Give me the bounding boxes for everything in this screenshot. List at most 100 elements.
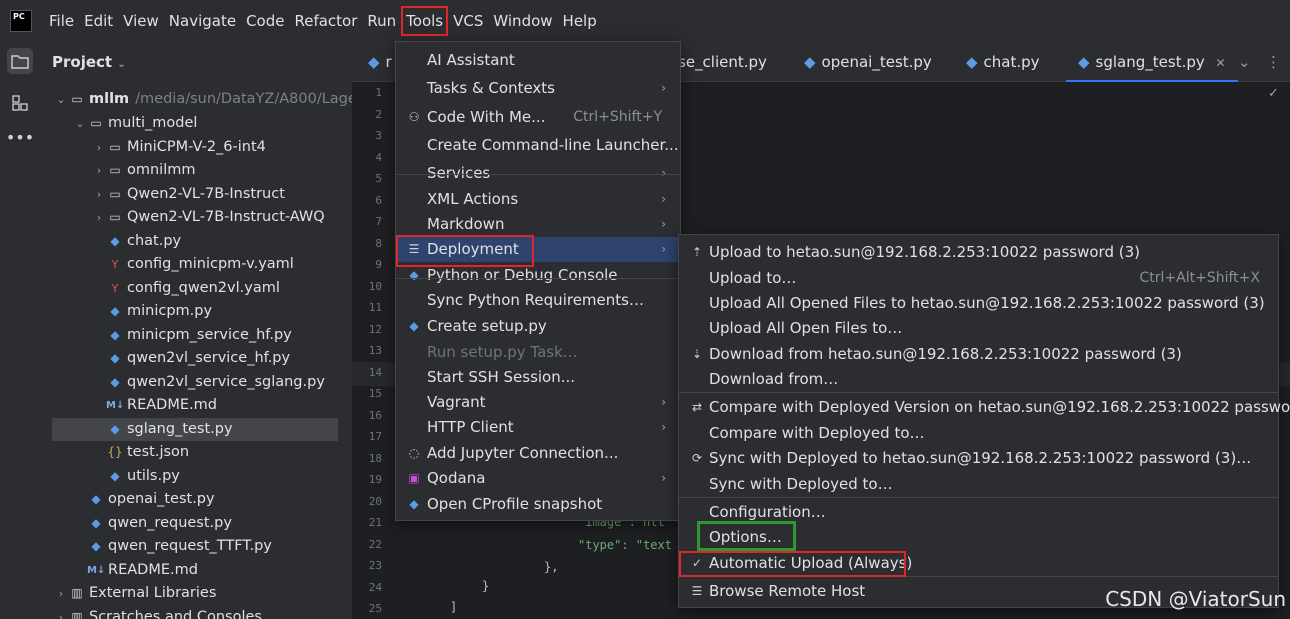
tree-item[interactable]: ◆ qwen2vl_service_hf.py [92, 347, 290, 370]
tools-menu-item[interactable]: Create Command-line Launcher... [396, 133, 680, 158]
tree-item[interactable]: ◆ openai_test.py [73, 488, 214, 511]
menu-refactor[interactable]: Refactor [289, 6, 362, 36]
project-header[interactable]: Project ⌄ [40, 42, 352, 82]
tools-menu-item[interactable]: ◆ Create setup.py [396, 314, 680, 339]
tree-root[interactable]: ⌄ ▭ mllm /media/sun/DataYZ/A800/LageM [54, 88, 369, 111]
tools-menu-item[interactable]: Start SSH Session... [396, 365, 680, 390]
deployment-menu-item[interactable]: Upload All Open Files to… [679, 316, 1278, 341]
menu-item-label: Create Command-line Launcher... [427, 136, 679, 154]
tab-openai-test[interactable]: ◆ openai_test.py [804, 42, 932, 82]
tree-item[interactable]: M↓ README.md [92, 394, 217, 417]
line-number: 8 [375, 236, 382, 250]
tree-item-label: config_minicpm-v.yaml [127, 256, 294, 272]
tools-menu-item[interactable]: Markdown › [396, 212, 680, 237]
deployment-menu-item[interactable]: ⇄ Compare with Deployed Version on hetao.… [679, 395, 1290, 420]
menu-run[interactable]: Run [362, 6, 401, 36]
tools-menu-item[interactable]: AI Assistant [396, 48, 680, 73]
tree-item[interactable]: › ▭ MiniCPM-V-2_6-int4 [92, 136, 266, 159]
menu-file[interactable]: File [44, 6, 79, 36]
menu-item-label: Vagrant [427, 393, 486, 411]
project-panel: Project ⌄ ⌄ ▭ mllm /media/sun/DataYZ/A80… [40, 42, 369, 619]
deployment-menu-item[interactable]: ⇣ Download from hetao.sun@192.168.2.253:1… [679, 342, 1278, 367]
yaml-icon: Y [111, 258, 119, 271]
deployment-menu-item[interactable]: Upload All Opened Files to hetao.sun@192… [679, 291, 1278, 316]
chevron-down-icon[interactable]: ⌄ [73, 112, 87, 135]
chevron-right-icon[interactable]: › [92, 206, 106, 229]
tools-menu-item[interactable]: Run setup.py Task… [396, 340, 680, 365]
menu-view[interactable]: View [118, 6, 164, 36]
menu-tools[interactable]: Tools [401, 6, 449, 36]
more-icon[interactable]: ••• [6, 124, 34, 150]
tree-item[interactable]: ◆ sglang_test.py [52, 417, 338, 441]
tree-item[interactable]: ◆ chat.py [92, 230, 181, 253]
line-number: 5 [375, 172, 382, 185]
tree-item[interactable]: ◆ minicpm_service_hf.py [92, 324, 291, 347]
line-number: 24 [368, 580, 382, 594]
markdown-icon: M↓ [106, 400, 125, 411]
deployment-menu-item[interactable]: Compare with Deployed to… [679, 421, 1278, 446]
tools-menu-item[interactable]: ⚇ Code With Me... Ctrl+Shift+Y [396, 105, 680, 130]
tree-item[interactable]: Yconfig_qwen2vl.yaml [92, 277, 280, 300]
deployment-menu-item[interactable]: ⟳ Sync with Deployed to hetao.sun@192.168… [679, 446, 1278, 471]
menu-window[interactable]: Window [488, 6, 557, 36]
tree-item[interactable]: › ▭ Qwen2-VL-7B-Instruct [92, 183, 285, 206]
tree-item[interactable]: ◆ minicpm.py [92, 300, 212, 323]
menu-edit[interactable]: Edit [79, 6, 118, 36]
deployment-menu-item[interactable]: Download from… [679, 367, 1278, 392]
tree-item[interactable]: ⌄ ▭ multi_model [73, 112, 197, 135]
chevron-right-icon: › [661, 471, 666, 485]
chevron-right-icon[interactable]: › [92, 136, 106, 159]
tools-menu-item[interactable]: Sync Python Requirements… [396, 288, 680, 313]
tab-chat[interactable]: ◆ chat.py [966, 42, 1040, 82]
menu-item-label: Run setup.py Task… [427, 343, 578, 361]
tools-menu-item[interactable]: ◆ Python or Debug Console [396, 263, 680, 288]
tree-item[interactable]: ◆ qwen_request.py [73, 512, 232, 535]
tools-menu-item[interactable]: ◆ Open CProfile snapshot [396, 492, 680, 517]
deployment-menu-item[interactable]: ⇡ Upload to hetao.sun@192.168.2.253:10022… [679, 240, 1278, 265]
tab-partial[interactable]: ◆ r [368, 42, 392, 82]
tools-menu-item[interactable]: Vagrant › [396, 390, 680, 415]
close-icon[interactable]: ✕ [1216, 56, 1226, 70]
tools-menu-item[interactable]: XML Actions › [396, 187, 680, 212]
chevron-down-icon[interactable]: ⌄ [1238, 42, 1251, 82]
tree-item[interactable]: › ▥ External Libraries [54, 582, 217, 605]
tree-item[interactable]: ◆ utils.py [92, 465, 180, 488]
chevron-right-icon[interactable]: › [54, 606, 68, 619]
deployment-menu-item[interactable]: Upload to… Ctrl+Alt+Shift+X [679, 266, 1278, 291]
menu-separator [396, 174, 680, 175]
tree-item[interactable]: Yconfig_minicpm-v.yaml [92, 253, 294, 276]
tab-sglang-test[interactable]: ◆ sglang_test.py ✕ [1066, 42, 1238, 82]
chevron-right-icon[interactable]: › [92, 183, 106, 206]
line-number: 2 [375, 107, 382, 121]
python-icon: ◆ [368, 53, 380, 71]
tree-item[interactable]: › ▭ Qwen2-VL-7B-Instruct-AWQ [92, 206, 325, 229]
menu-code[interactable]: Code [241, 6, 289, 36]
menu-item-label: Download from hetao.sun@192.168.2.253:10… [709, 345, 1182, 363]
chevron-right-icon[interactable]: › [54, 582, 68, 605]
chevron-right-icon[interactable]: › [92, 159, 106, 182]
folder-icon[interactable] [7, 48, 33, 74]
tree-item[interactable]: ◆ qwen2vl_service_sglang.py [92, 371, 325, 394]
tools-menu-item[interactable]: ▣ Qodana › [396, 466, 680, 491]
tree-item[interactable]: ◆ qwen_request_TTFT.py [73, 535, 272, 558]
deployment-menu-item[interactable]: Sync with Deployed to… [679, 472, 1278, 497]
menu-vcs[interactable]: VCS [448, 6, 488, 36]
tree-item[interactable]: {} test.json [92, 441, 189, 464]
line-number: 17 [368, 430, 382, 443]
menu-item-label: Browse Remote Host [709, 582, 866, 600]
tools-menu-item[interactable]: ☰ Deployment › [396, 235, 680, 267]
qodana-icon: ▣ [408, 471, 420, 485]
more-icon[interactable]: ⋮ [1266, 42, 1281, 82]
folder-icon: ▭ [109, 139, 121, 154]
structure-icon[interactable] [7, 90, 33, 116]
tree-item[interactable]: › ▥ Scratches and Consoles [54, 606, 262, 619]
tools-menu-item[interactable]: Tasks & Contexts › [396, 76, 680, 101]
tree-item[interactable]: › ▭ omnilmm [92, 159, 196, 182]
menu-help[interactable]: Help [558, 6, 602, 36]
tools-menu-item[interactable]: ◌ Add Jupyter Connection... [396, 441, 680, 466]
tools-menu-item[interactable]: HTTP Client › [396, 415, 680, 440]
tree-item[interactable]: M↓ README.md [73, 559, 198, 582]
menu-navigate[interactable]: Navigate [164, 6, 241, 36]
tab-client[interactable]: se_client.py [678, 42, 767, 82]
python-icon: ◆ [966, 53, 978, 71]
